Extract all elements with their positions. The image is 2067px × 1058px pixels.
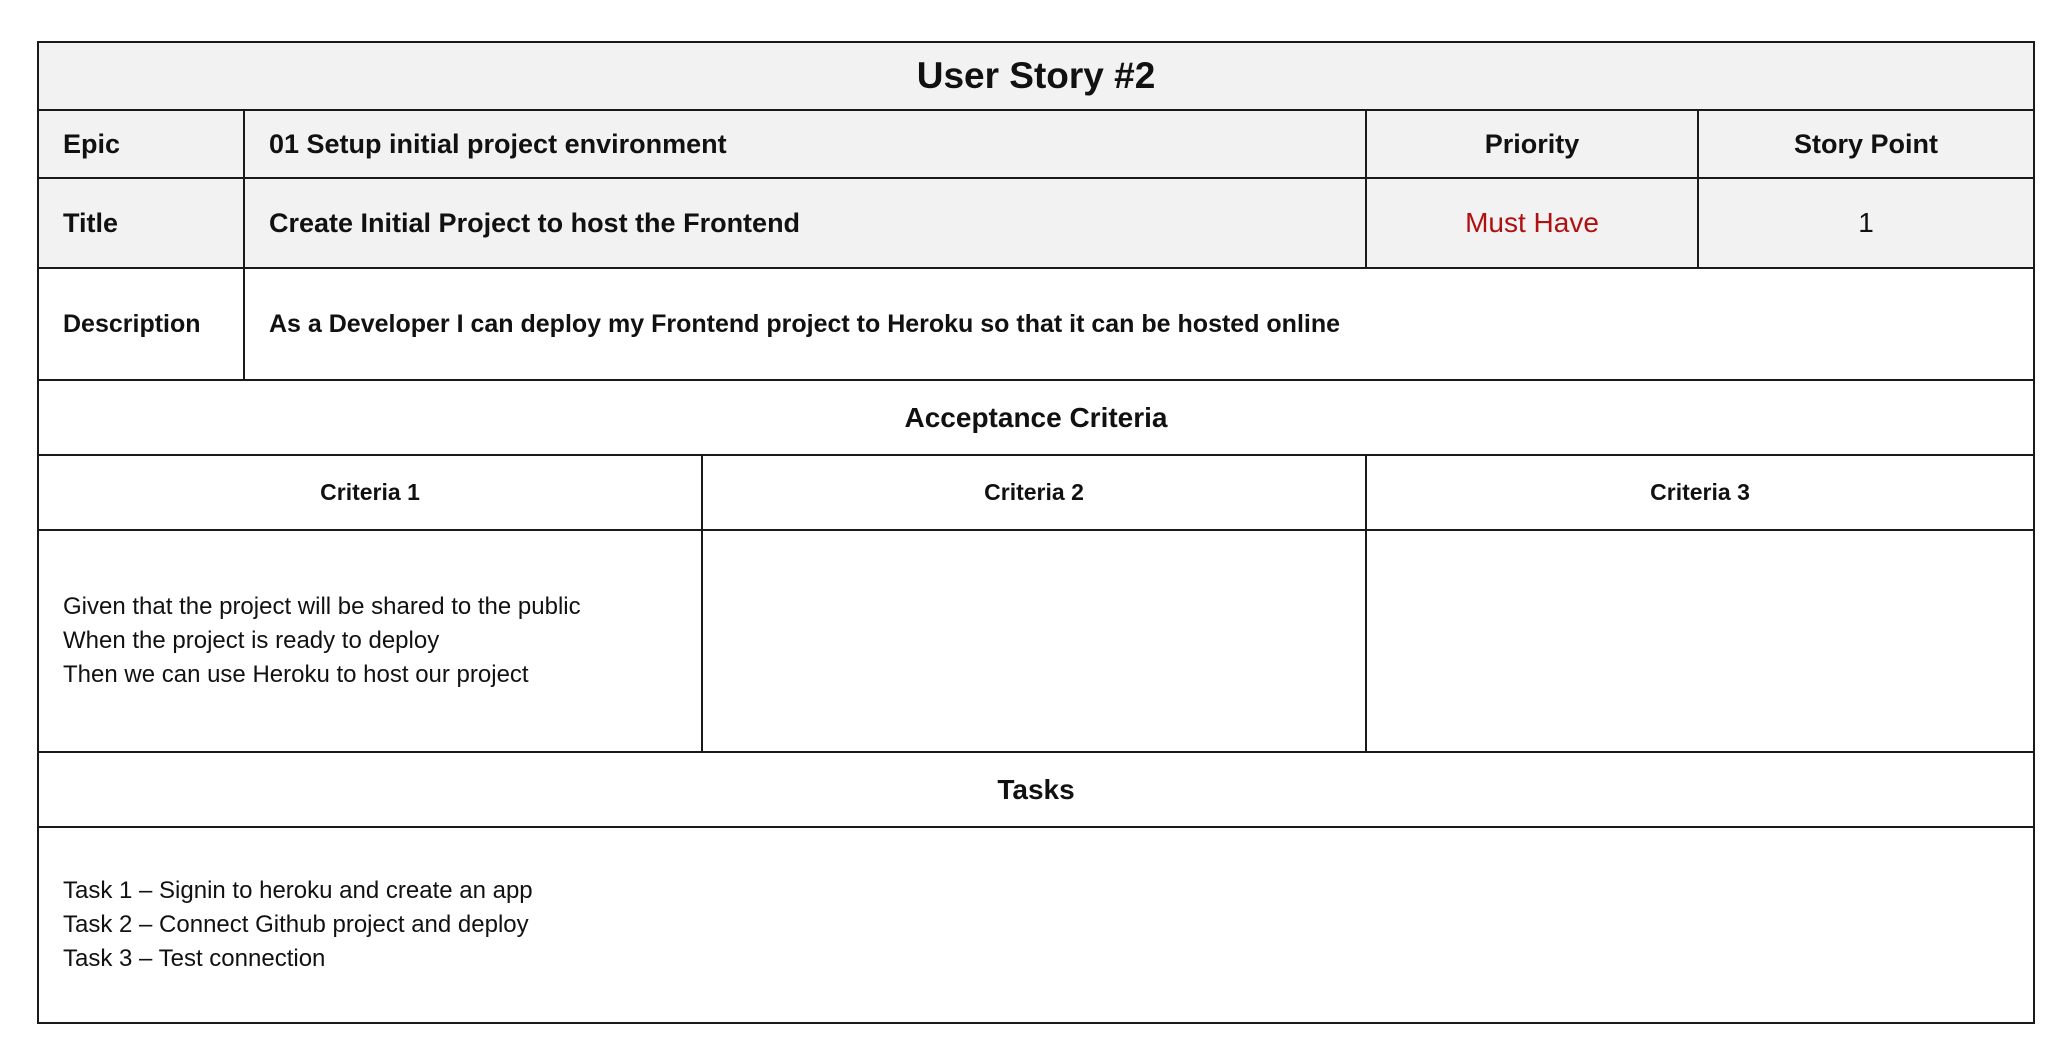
epic-value: 01 Setup initial project environment <box>243 109 1367 179</box>
criteria-line: Then we can use Heroku to host our proje… <box>63 661 529 688</box>
criteria-3-label: Criteria 3 <box>1364 454 2036 531</box>
priority-label: Priority <box>1365 109 1699 179</box>
criteria-3-body <box>1364 529 2036 753</box>
task-item: Task 1 – Signin to heroku and create an … <box>63 877 533 904</box>
criteria-2-label: Criteria 2 <box>701 454 1367 531</box>
tasks-heading: Tasks <box>36 751 2036 828</box>
title-value: Create Initial Project to host the Front… <box>243 177 1367 269</box>
description-label: Description <box>37 267 245 381</box>
acceptance-criteria-heading: Acceptance Criteria <box>36 379 2036 456</box>
story-heading: User Story #2 <box>36 41 2036 111</box>
story-point-label: Story Point <box>1696 109 2036 179</box>
criteria-line: Given that the project will be shared to… <box>63 593 581 620</box>
story-point-value: 1 <box>1696 177 2036 269</box>
description-value: As a Developer I can deploy my Frontend … <box>242 267 2036 381</box>
criteria-line: When the project is ready to deploy <box>63 627 440 654</box>
title-label: Title <box>37 177 245 269</box>
criteria-1-label: Criteria 1 <box>37 454 703 531</box>
tasks-list: Task 1 – Signin to heroku and create an … <box>36 826 2036 1024</box>
criteria-1-body: Given that the project will be shared to… <box>37 529 703 753</box>
user-story-card: User Story #2 Epic 01 Setup initial proj… <box>36 41 2036 1024</box>
task-item: Task 2 – Connect Github project and depl… <box>63 911 529 938</box>
priority-value: Must Have <box>1365 177 1699 269</box>
epic-label: Epic <box>37 109 245 179</box>
task-item: Task 3 – Test connection <box>63 945 326 972</box>
criteria-2-body <box>701 529 1367 753</box>
